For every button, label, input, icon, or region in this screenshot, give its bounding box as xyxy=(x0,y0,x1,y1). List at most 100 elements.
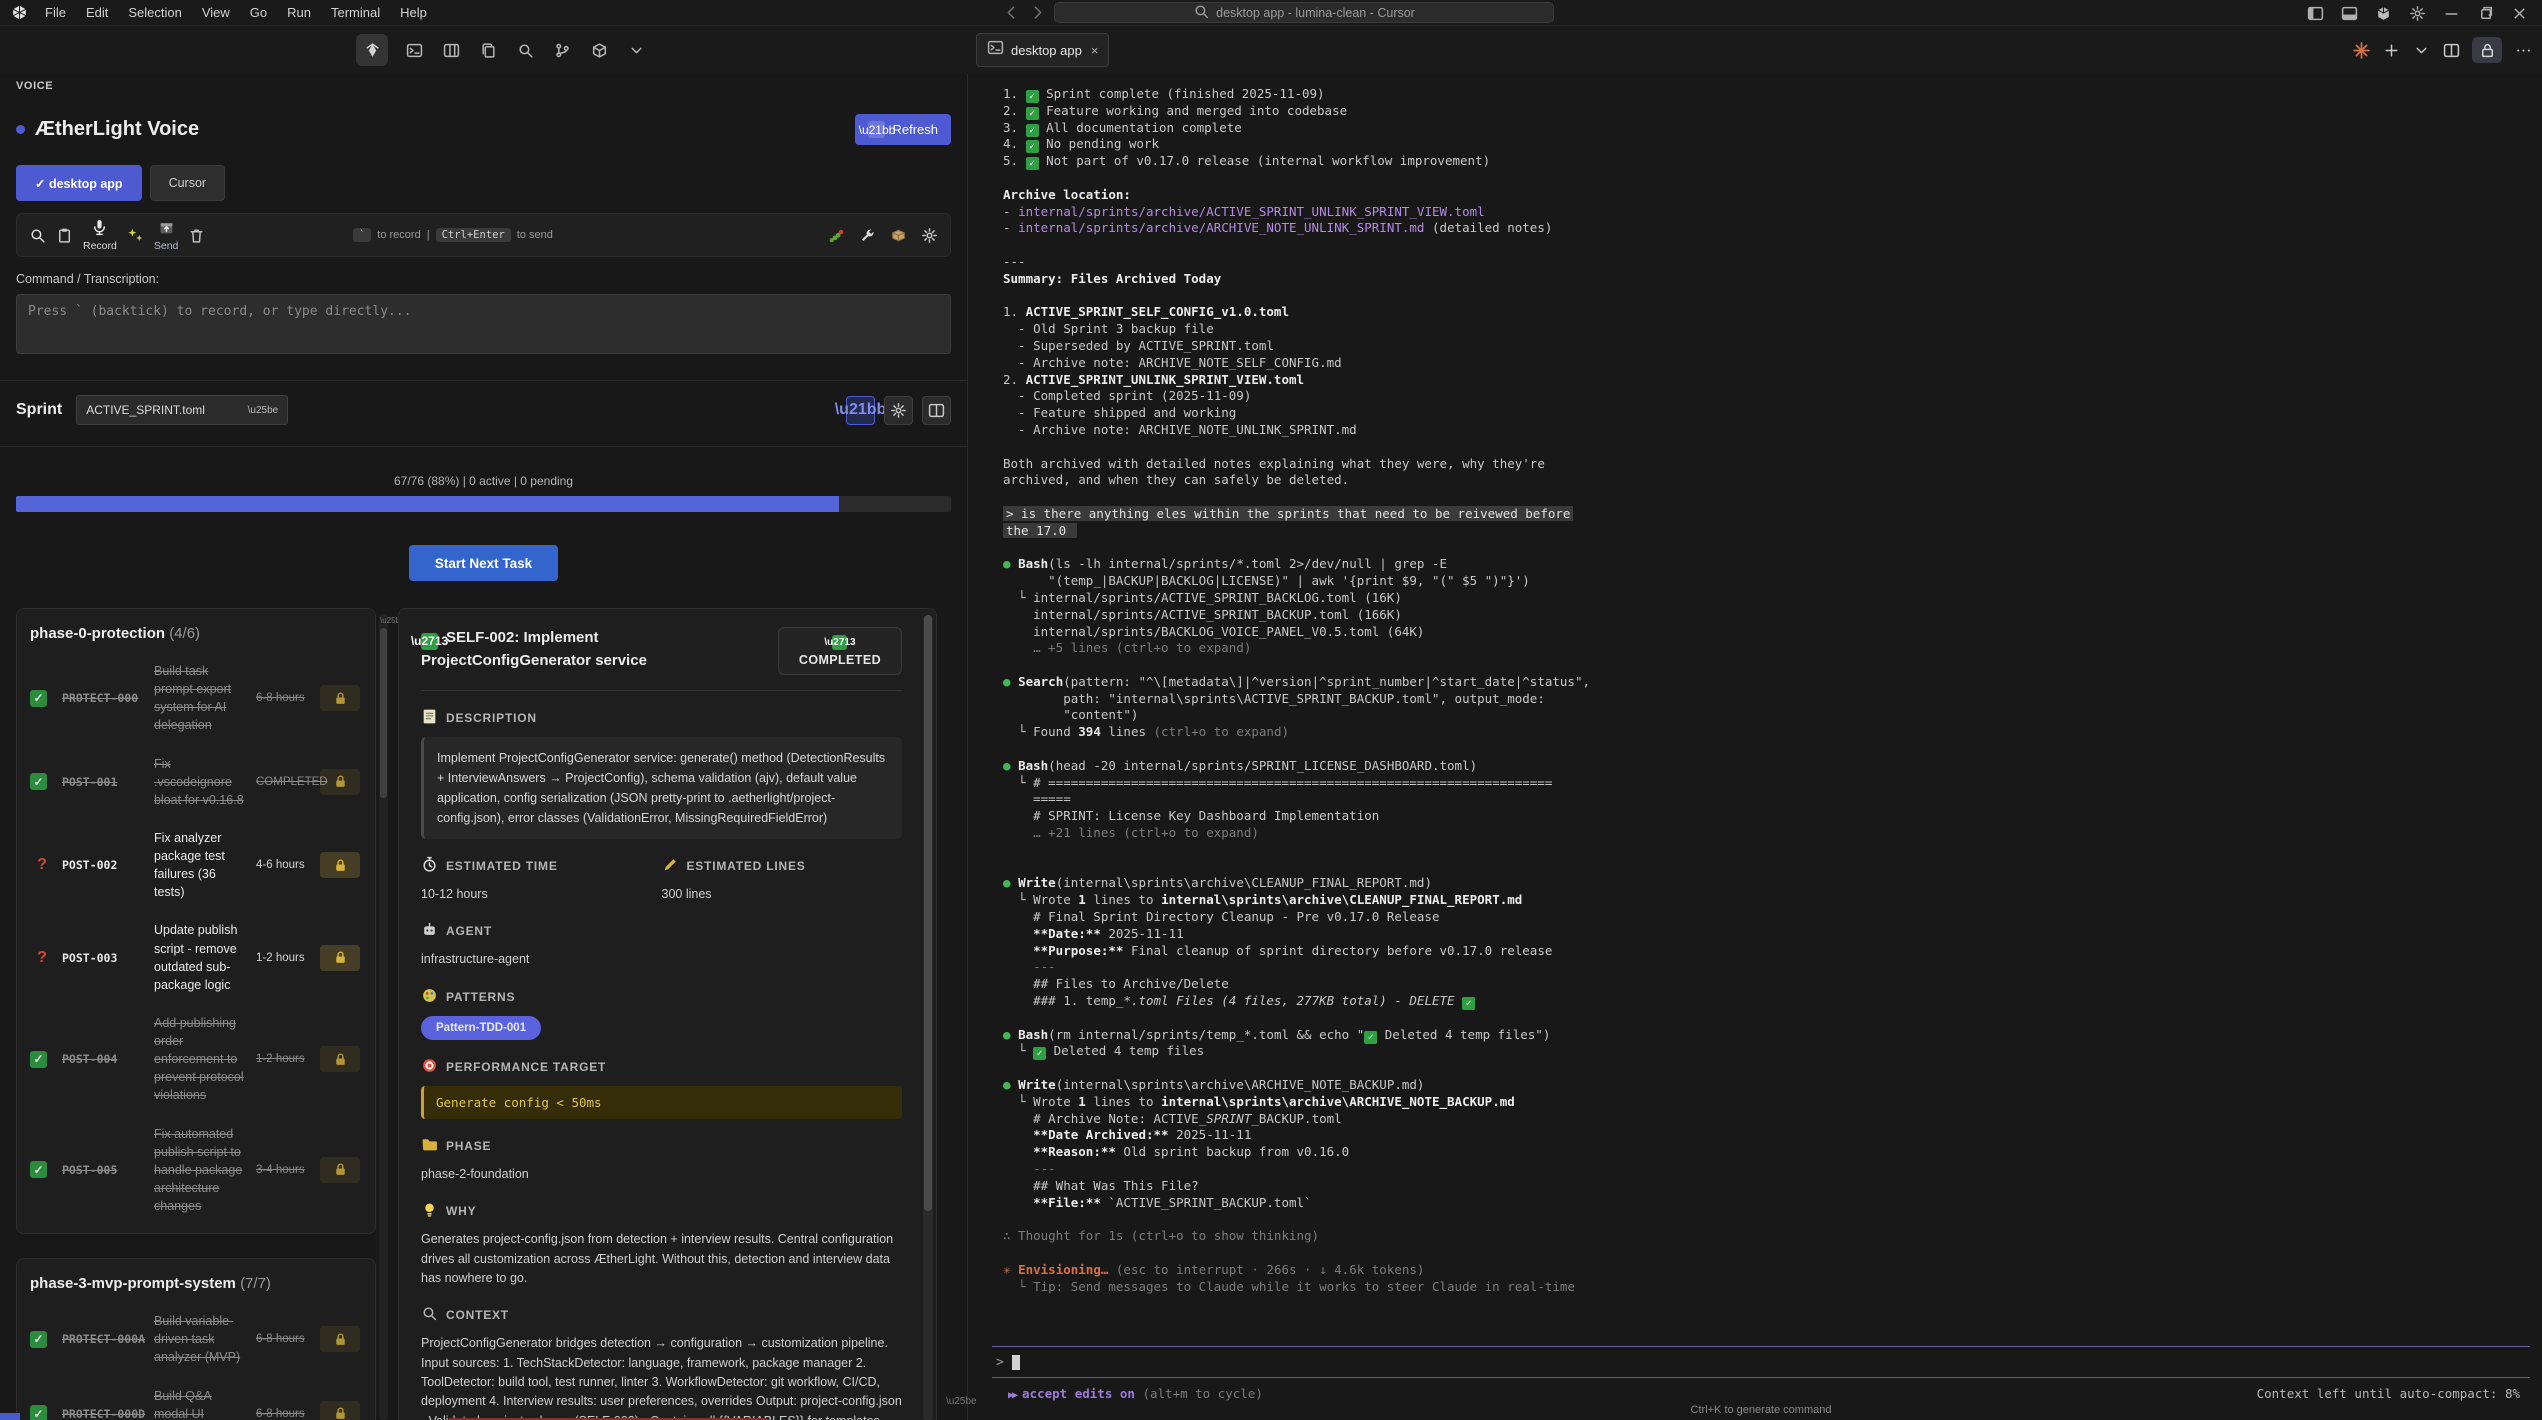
nav-forward-icon[interactable] xyxy=(1028,4,1046,22)
copy-pages-icon[interactable] xyxy=(477,39,499,61)
lock-icon[interactable] xyxy=(320,852,360,878)
plus-icon[interactable] xyxy=(2382,39,2400,61)
sparkles-icon[interactable] xyxy=(127,227,144,244)
minimize-icon[interactable] xyxy=(2436,1,2466,25)
send-button[interactable]: Send xyxy=(154,219,179,252)
task-row[interactable]: ?POST-003Update publish script - remove … xyxy=(30,921,362,994)
terminal-tab-close-icon[interactable]: × xyxy=(1091,43,1099,58)
menu-edit[interactable]: Edit xyxy=(77,2,117,23)
terminal-line xyxy=(1003,1060,2542,1077)
command-center-search[interactable]: desktop app - lumina-clean - Cursor xyxy=(1054,2,1554,23)
moth-active-icon[interactable] xyxy=(356,34,388,66)
terminal-line xyxy=(1003,1211,2542,1228)
search-tool-icon[interactable] xyxy=(29,227,46,244)
caterpillar-icon[interactable] xyxy=(828,227,845,244)
settings-gear-icon[interactable] xyxy=(921,227,938,244)
task-row[interactable]: ✓POST-005Fix automated publish script to… xyxy=(30,1125,362,1216)
task-row[interactable]: ✓POST-004Add publishing order enforcemen… xyxy=(30,1014,362,1105)
sprint-select[interactable]: ACTIVE_SPRINT.toml \u25be xyxy=(76,395,288,425)
terminal-line: - Archive note: ARCHIVE_NOTE_UNLINK_SPRI… xyxy=(1003,422,2542,439)
gear-icon[interactable] xyxy=(2402,1,2432,25)
lock-icon[interactable] xyxy=(320,769,360,795)
lock-icon[interactable] xyxy=(320,1046,360,1072)
terminal-tab-desktop-app[interactable]: desktop app × xyxy=(976,33,1109,67)
terminal-line: Archive location: xyxy=(1003,187,2542,204)
box-icon[interactable] xyxy=(588,39,610,61)
split-editor-icon[interactable] xyxy=(2442,39,2460,61)
pattern-pill[interactable]: Pattern-TDD-001 xyxy=(421,1016,541,1040)
starburst-icon[interactable] xyxy=(2352,39,2370,61)
task-row[interactable]: ✓PROTECT-000DBuild Q&A modal UI (generic… xyxy=(30,1387,362,1420)
clipboard-icon[interactable] xyxy=(56,227,73,244)
scroll-down-indicator[interactable]: \u25be xyxy=(946,1396,977,1407)
terminal-line: 2. ACTIVE_SPRINT_UNLINK_SPRINT_VIEW.toml xyxy=(1003,372,2542,389)
record-button[interactable]: Record xyxy=(83,219,117,252)
terminal-prompt-input[interactable]: > xyxy=(992,1347,2530,1377)
layout-columns-icon[interactable] xyxy=(440,39,462,61)
detail-scrollbar[interactable] xyxy=(923,615,933,1420)
transcription-input[interactable] xyxy=(16,294,951,354)
terminal-line: Both archived with detailed notes explai… xyxy=(1003,456,2542,473)
ellipsis-icon[interactable] xyxy=(2514,39,2532,61)
task-row[interactable]: ✓POST-001Fix .vscodeignore bloat for v0.… xyxy=(30,755,362,809)
terminal-log[interactable]: 1. ✓ Sprint complete (finished 2025-11-0… xyxy=(968,74,2542,1295)
task-group-card: phase-3-mvp-prompt-system (7/7)✓PROTECT-… xyxy=(16,1258,376,1420)
lock-icon[interactable] xyxy=(2472,37,2502,63)
task-row[interactable]: ✓PROTECT-000Build task prompt export sys… xyxy=(30,662,362,735)
task-id: POST-004 xyxy=(62,1052,146,1066)
wrench-icon[interactable] xyxy=(859,227,876,244)
lock-icon[interactable] xyxy=(320,1157,360,1183)
terminal-icon[interactable] xyxy=(403,39,425,61)
git-branch-icon[interactable] xyxy=(551,39,573,61)
chevron-down-icon[interactable] xyxy=(625,39,647,61)
lock-icon[interactable] xyxy=(320,945,360,971)
refresh-button[interactable]: \u21bb Refresh xyxy=(855,114,951,145)
close-icon[interactable] xyxy=(2504,1,2534,25)
title-bar: FileEditSelectionViewGoRunTerminalHelp d… xyxy=(0,0,2542,26)
layout-sidebar-icon[interactable] xyxy=(2300,1,2330,25)
task-hours: 4-6 hours xyxy=(256,859,312,871)
terminal-line: **File:** `ACTIVE_SPRINT_BACKUP.toml` xyxy=(1003,1195,2542,1212)
menu-view[interactable]: View xyxy=(193,2,239,23)
terminal-line xyxy=(1003,842,2542,859)
cube-icon[interactable] xyxy=(2368,1,2398,25)
tab-desktop-app[interactable]: ✓ desktop app xyxy=(16,165,142,201)
lock-icon[interactable] xyxy=(320,1326,360,1352)
terminal-line: - Completed sprint (2025-11-09) xyxy=(1003,388,2542,405)
terminal-line: # Final Sprint Directory Cleanup - Pre v… xyxy=(1003,909,2542,926)
sprint-split-button[interactable] xyxy=(922,396,951,425)
accept-edits-toggle[interactable]: ▶▶accept edits on (alt+m to cycle) xyxy=(1008,1386,1263,1401)
divider xyxy=(0,446,967,447)
maximize-icon[interactable] xyxy=(2470,1,2500,25)
task-row[interactable]: ?POST-002Fix analyzer package test failu… xyxy=(30,829,362,902)
menu-file[interactable]: File xyxy=(36,2,75,23)
menu-selection[interactable]: Selection xyxy=(119,2,190,23)
tab-cursor[interactable]: Cursor xyxy=(150,165,226,201)
layout-panel-icon[interactable] xyxy=(2334,1,2364,25)
menu-help[interactable]: Help xyxy=(391,2,436,23)
menu-terminal[interactable]: Terminal xyxy=(322,2,389,23)
trash-icon[interactable] xyxy=(188,227,205,244)
nav-back-icon[interactable] xyxy=(1002,4,1020,22)
task-hours: 3-4 hours xyxy=(256,1164,312,1176)
menu-run[interactable]: Run xyxy=(278,2,320,23)
lock-icon[interactable] xyxy=(320,1401,360,1420)
search-icon[interactable] xyxy=(514,39,536,61)
terminal-tab-label: desktop app xyxy=(1011,43,1082,58)
package-icon[interactable] xyxy=(890,227,907,244)
terminal-line: 5. ✓ Not part of v0.17.0 release (intern… xyxy=(1003,153,2542,170)
task-row[interactable]: ✓PROTECT-000ABuild variable-driven task … xyxy=(30,1312,362,1366)
menu-go[interactable]: Go xyxy=(241,2,276,23)
status-badge: \u2713 COMPLETED xyxy=(778,627,902,675)
start-next-task-button[interactable]: Start Next Task xyxy=(409,545,558,581)
task-list-column[interactable]: phase-0-protection (4/6)✓PROTECT-000Buil… xyxy=(16,608,388,1420)
terminal-panel[interactable]: 1. ✓ Sprint complete (finished 2025-11-0… xyxy=(968,74,2542,1420)
sprint-settings-button[interactable] xyxy=(884,396,913,425)
terminal-line xyxy=(1003,657,2542,674)
terminal-line: - Archive note: ARCHIVE_NOTE_SELF_CONFIG… xyxy=(1003,355,2542,372)
chevron-down-icon[interactable] xyxy=(2412,39,2430,61)
estimated-lines: 300 lines xyxy=(662,885,903,904)
sprint-refresh-button[interactable]: \u21bb xyxy=(846,396,875,425)
task-list-scrollbar[interactable]: \u25b2 xyxy=(379,614,388,1420)
lock-icon[interactable] xyxy=(320,685,360,711)
